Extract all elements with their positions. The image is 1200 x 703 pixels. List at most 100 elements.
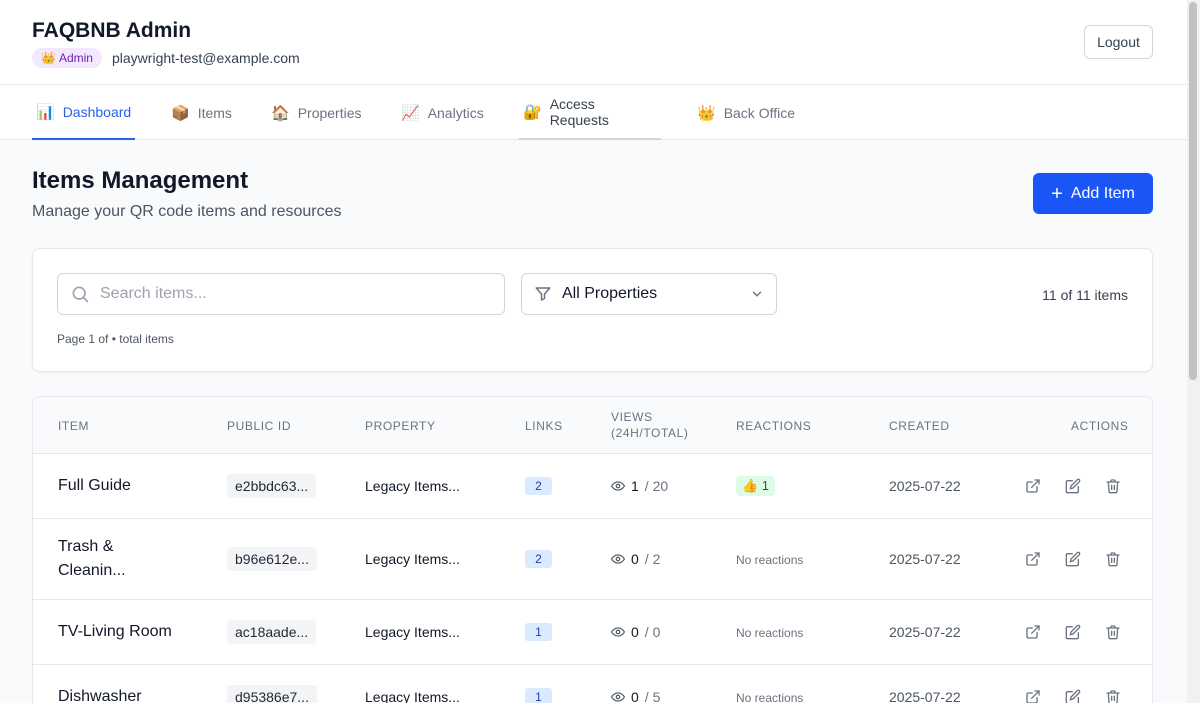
edit-icon[interactable] <box>1065 478 1081 494</box>
trend-chart-icon: 📈 <box>401 104 420 122</box>
property-name: Legacy Items... <box>365 478 460 494</box>
tab-back-office-label: Back Office <box>723 104 796 121</box>
no-reactions-text: No reactions <box>736 626 804 640</box>
views-24h: 1 <box>631 478 639 494</box>
tab-dashboard-label: Dashboard <box>62 103 132 120</box>
table-row: Trash & Cleanin... b96e612e... Legacy It… <box>33 519 1152 600</box>
item-name[interactable]: Trash & Cleanin... <box>58 535 168 583</box>
crown-icon: 👑 <box>697 104 716 122</box>
user-email: playwright-test@example.com <box>112 50 300 66</box>
property-filter-value: All Properties <box>562 285 658 302</box>
add-item-button[interactable]: + Add Item <box>1033 173 1153 214</box>
views-total: / 5 <box>644 689 661 703</box>
column-header-actions: Actions <box>1071 419 1129 433</box>
logout-button[interactable]: Logout <box>1084 25 1153 59</box>
views-24h: 0 <box>631 689 639 703</box>
add-item-label: Add Item <box>1070 184 1135 202</box>
page-title: Items Management <box>32 167 249 194</box>
table-row: Dishwasher d95386e7... Legacy Items... 1… <box>33 665 1152 703</box>
lock-key-icon: 🔐 <box>523 103 542 121</box>
external-link-icon[interactable] <box>1025 689 1041 703</box>
property-name: Legacy Items... <box>365 624 460 640</box>
search-icon <box>72 286 89 303</box>
column-header-item: Item <box>58 419 90 433</box>
items-table: Item Public ID Property Links Views (24h… <box>32 396 1153 703</box>
views-count: 1 / 20 <box>611 478 668 494</box>
public-id: e2bbdc63... <box>227 474 317 498</box>
column-header-property: Property <box>365 419 436 433</box>
filter-icon <box>535 287 551 301</box>
chevron-down-icon <box>752 291 762 297</box>
search-input[interactable] <box>100 285 480 303</box>
public-id: d95386e7... <box>227 685 317 703</box>
column-header-created: Created <box>889 419 950 433</box>
links-count-badge: 1 <box>525 623 552 641</box>
links-count-badge: 1 <box>525 688 552 703</box>
top-bar: FAQBNB Admin 👑 Admin playwright-test@exa… <box>0 0 1200 85</box>
column-header-views: Views (24h/Total) <box>611 410 689 440</box>
links-count-badge: 2 <box>525 477 552 495</box>
search-field[interactable] <box>57 273 505 315</box>
edit-icon[interactable] <box>1065 551 1081 567</box>
tab-properties-label: Properties <box>297 104 362 121</box>
no-reactions-text: No reactions <box>736 691 804 703</box>
bar-chart-icon: 📊 <box>36 103 55 121</box>
views-count: 0 / 2 <box>611 551 660 567</box>
views-24h: 0 <box>631 624 639 640</box>
filter-card: All Properties 11 of 11 items Page 1 of … <box>32 248 1153 372</box>
tab-items-label: Items <box>197 104 232 121</box>
tab-back-office[interactable]: 👑 Back Office <box>693 85 799 140</box>
public-id: b96e612e... <box>227 547 317 571</box>
views-total: / 20 <box>644 478 669 494</box>
public-id: ac18aade... <box>227 620 317 644</box>
items-count: 11 of 11 items <box>1042 287 1128 303</box>
views-total: / 0 <box>644 624 661 640</box>
item-name[interactable]: TV-Living Room <box>58 620 172 644</box>
tab-items[interactable]: 📦 Items <box>167 85 236 140</box>
page-scrollbar[interactable] <box>1187 0 1200 703</box>
package-icon: 📦 <box>171 104 190 122</box>
table-row: Full Guide e2bbdc63... Legacy Items... 2… <box>33 454 1152 519</box>
item-name[interactable]: Full Guide <box>58 474 131 498</box>
tab-analytics[interactable]: 📈 Analytics <box>397 85 488 140</box>
eye-icon <box>611 481 625 491</box>
app-title: FAQBNB Admin <box>32 19 192 42</box>
links-count-badge: 2 <box>525 550 552 568</box>
no-reactions-text: No reactions <box>736 553 804 567</box>
eye-icon <box>611 554 625 564</box>
column-header-links: Links <box>525 419 563 433</box>
column-header-reactions: Reactions <box>736 419 812 433</box>
table-row: TV-Living Room ac18aade... Legacy Items.… <box>33 600 1152 665</box>
tab-access-requests-label: Access Requests <box>549 95 609 128</box>
tab-analytics-label: Analytics <box>427 104 484 121</box>
trash-icon[interactable] <box>1105 478 1121 494</box>
created-date: 2025-07-22 <box>889 689 961 703</box>
column-header-public-id: Public ID <box>227 419 292 433</box>
eye-icon <box>611 627 625 637</box>
tab-access-requests[interactable]: 🔐 Access Requests <box>519 85 661 140</box>
edit-icon[interactable] <box>1065 689 1081 703</box>
trash-icon[interactable] <box>1105 689 1121 703</box>
tab-properties[interactable]: 🏠 Properties <box>267 85 366 140</box>
created-date: 2025-07-22 <box>889 551 961 567</box>
trash-icon[interactable] <box>1105 624 1121 640</box>
trash-icon[interactable] <box>1105 551 1121 567</box>
edit-icon[interactable] <box>1065 624 1081 640</box>
reaction-badge: 👍 1 <box>736 476 776 496</box>
house-icon: 🏠 <box>271 104 290 122</box>
tab-dashboard[interactable]: 📊 Dashboard <box>32 85 135 140</box>
external-link-icon[interactable] <box>1025 551 1041 567</box>
created-date: 2025-07-22 <box>889 478 961 494</box>
created-date: 2025-07-22 <box>889 624 961 640</box>
views-count: 0 / 0 <box>611 624 660 640</box>
views-24h: 0 <box>631 551 639 567</box>
external-link-icon[interactable] <box>1025 624 1041 640</box>
scrollbar-thumb[interactable] <box>1189 2 1197 380</box>
external-link-icon[interactable] <box>1025 478 1041 494</box>
role-badge: 👑 Admin <box>32 48 102 68</box>
role-badge-label: Admin <box>58 51 93 65</box>
page-subtitle: Manage your QR code items and resources <box>32 203 342 220</box>
views-count: 0 / 5 <box>611 689 660 703</box>
property-filter-select[interactable]: All Properties <box>521 273 777 315</box>
item-name[interactable]: Dishwasher <box>58 685 142 703</box>
